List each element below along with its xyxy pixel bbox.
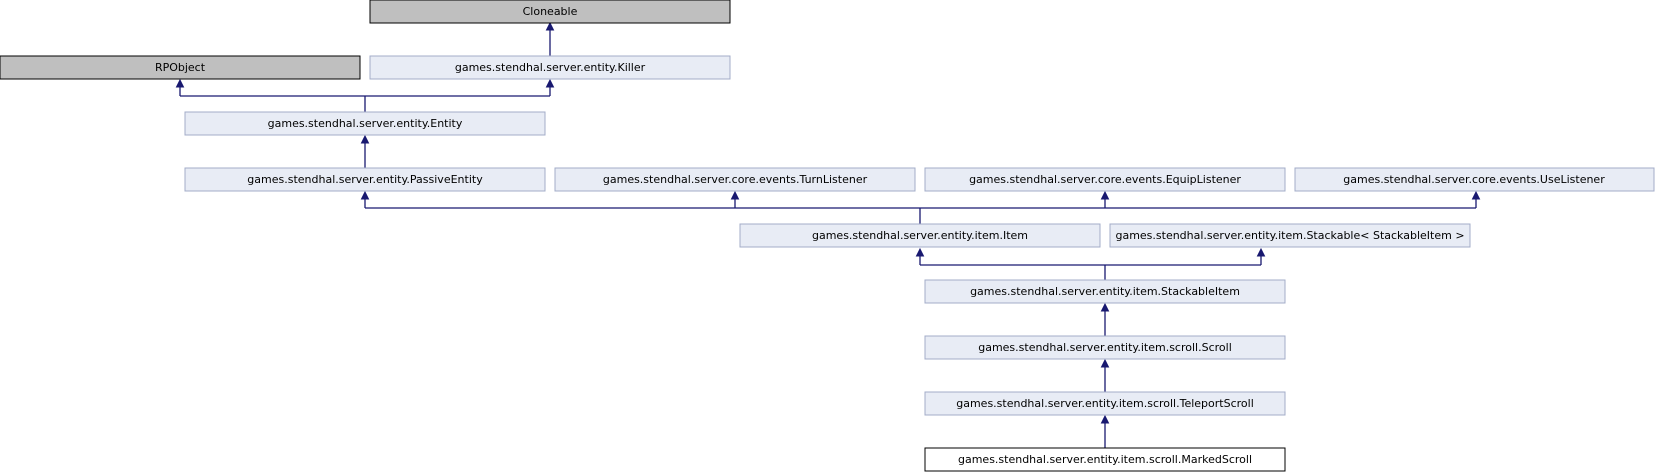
node-cloneable: Cloneable [369, 0, 731, 24]
arrowhead-equiplistener [1100, 190, 1110, 200]
node-label: Cloneable [523, 5, 578, 18]
node-label: games.stendhal.server.entity.item.scroll… [978, 341, 1232, 354]
node-label: games.stendhal.server.entity.item.scroll… [956, 397, 1254, 410]
node-entity[interactable]: games.stendhal.server.entity.Entity [184, 111, 546, 136]
node-rpobject: RPObject [0, 55, 361, 80]
node-killer[interactable]: games.stendhal.server.entity.Killer [369, 55, 731, 80]
node-stackable-item[interactable]: games.stendhal.server.entity.item.Stacka… [924, 279, 1286, 304]
node-turn-listener[interactable]: games.stendhal.server.core.events.TurnLi… [554, 167, 916, 192]
arrowhead-item [915, 247, 925, 257]
node-item[interactable]: games.stendhal.server.entity.item.Item [739, 223, 1101, 248]
node-teleport-scroll[interactable]: games.stendhal.server.entity.item.scroll… [924, 391, 1286, 416]
edge-stackableitem-parents [919, 256, 1262, 280]
arrowhead-teleportscroll [1100, 414, 1110, 424]
node-label: games.stendhal.server.core.events.TurnLi… [603, 173, 868, 186]
arrowhead-entity [360, 134, 370, 144]
node-label: games.stendhal.server.entity.item.scroll… [958, 453, 1252, 466]
arrowhead-passiveentity [360, 190, 370, 200]
edge-entity-rpobject-killer [179, 86, 551, 112]
node-label: games.stendhal.server.entity.PassiveEnti… [247, 173, 483, 186]
node-label: games.stendhal.server.entity.Killer [455, 61, 646, 74]
node-use-listener[interactable]: games.stendhal.server.core.events.UseLis… [1294, 167, 1655, 192]
node-label: games.stendhal.server.core.events.EquipL… [969, 173, 1241, 186]
arrowhead-stackable [1256, 247, 1266, 257]
node-label: games.stendhal.server.core.events.UseLis… [1343, 173, 1605, 186]
arrowhead-scroll [1100, 358, 1110, 368]
node-stackable[interactable]: games.stendhal.server.entity.item.Stacka… [1109, 223, 1471, 248]
arrowhead-stackableitem [1100, 302, 1110, 312]
arrowhead-uselistener [1471, 190, 1481, 200]
arrowhead-cloneable [545, 21, 555, 31]
node-equip-listener[interactable]: games.stendhal.server.core.events.EquipL… [924, 167, 1286, 192]
node-label: games.stendhal.server.entity.item.Stacka… [1115, 229, 1464, 242]
node-passive-entity[interactable]: games.stendhal.server.entity.PassiveEnti… [184, 167, 546, 192]
arrowhead-turnlistener [730, 190, 740, 200]
arrowhead-killer [545, 78, 555, 88]
node-label: RPObject [155, 61, 206, 74]
arrowhead-rpobject [175, 78, 185, 88]
node-marked-scroll: games.stendhal.server.entity.item.scroll… [924, 447, 1286, 472]
class-inheritance-diagram: Cloneable RPObject games.stendhal.server… [0, 0, 1655, 472]
node-scroll[interactable]: games.stendhal.server.entity.item.scroll… [924, 335, 1286, 360]
node-label: games.stendhal.server.entity.item.Item [812, 229, 1028, 242]
node-label: games.stendhal.server.entity.item.Stacka… [970, 285, 1240, 298]
node-label: games.stendhal.server.entity.Entity [268, 117, 463, 130]
edge-item-parents [364, 199, 1477, 224]
